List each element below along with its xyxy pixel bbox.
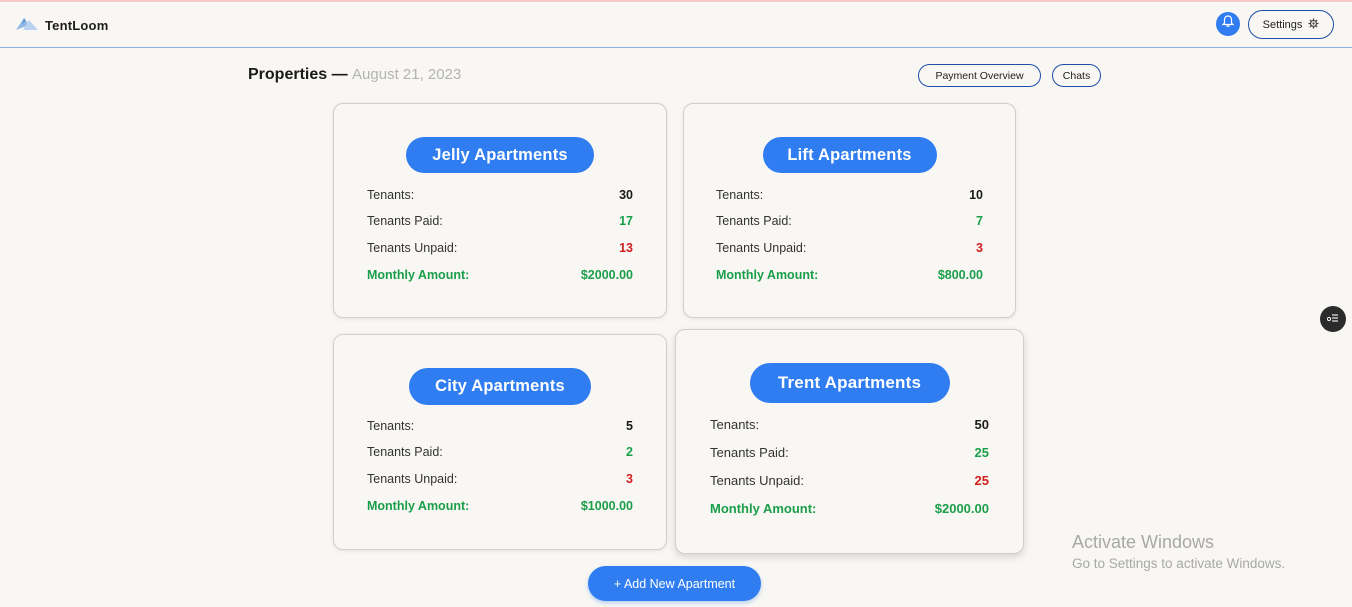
monthly-amount-row: Monthly Amount: $2000.00 <box>710 501 989 516</box>
logo-tent-icon <box>16 16 38 35</box>
monthly-amount-value: $800.00 <box>937 268 983 282</box>
tenants-row: Tenants: 5 <box>367 419 633 433</box>
floating-widget-button[interactable] <box>1320 306 1346 332</box>
tenants-value: 50 <box>974 417 989 432</box>
tenants-unpaid-value: 3 <box>626 472 633 486</box>
tenants-label: Tenants: <box>367 419 415 433</box>
tenants-paid-row: Tenants Paid: 7 <box>716 214 983 228</box>
tenants-unpaid-label: Tenants Unpaid: <box>716 241 807 255</box>
monthly-amount-label: Monthly Amount: <box>367 268 470 282</box>
page-title: Properties <box>248 66 328 83</box>
brand-name: TentLoom <box>45 18 109 33</box>
monthly-amount-row: Monthly Amount: $800.00 <box>716 268 983 282</box>
tenants-unpaid-row: Tenants Unpaid: 3 <box>716 241 983 255</box>
tenants-value: 30 <box>619 188 633 202</box>
tenants-row: Tenants: 10 <box>716 188 983 202</box>
payment-overview-button[interactable]: Payment Overview <box>918 64 1041 87</box>
monthly-amount-label: Monthly Amount: <box>367 499 470 513</box>
chats-button[interactable]: Chats <box>1052 64 1101 87</box>
tenants-label: Tenants: <box>710 417 760 432</box>
tenants-label: Tenants: <box>367 188 415 202</box>
property-card[interactable]: Trent Apartments Tenants: 50 Tenants Pai… <box>675 329 1024 554</box>
tenants-unpaid-row: Tenants Unpaid: 25 <box>710 473 989 488</box>
monthly-amount-label: Monthly Amount: <box>716 268 819 282</box>
tenants-unpaid-row: Tenants Unpaid: 13 <box>367 241 633 255</box>
notifications-button[interactable] <box>1216 12 1240 36</box>
add-new-apartment-button[interactable]: + Add New Apartment <box>588 566 761 601</box>
property-name[interactable]: City Apartments <box>409 368 591 405</box>
gear-icon <box>1308 17 1319 32</box>
tenants-paid-label: Tenants Paid: <box>367 445 443 459</box>
widget-icon <box>1326 310 1339 328</box>
tenants-paid-label: Tenants Paid: <box>716 214 792 228</box>
watermark-title: Activate Windows <box>1072 532 1215 552</box>
property-name[interactable]: Jelly Apartments <box>406 137 594 173</box>
tenants-unpaid-label: Tenants Unpaid: <box>367 472 458 486</box>
tenants-paid-row: Tenants Paid: 2 <box>367 445 633 459</box>
brand[interactable]: TentLoom <box>16 16 108 35</box>
tenants-unpaid-label: Tenants Unpaid: <box>710 473 804 488</box>
monthly-amount-row: Monthly Amount: $1000.00 <box>367 499 633 513</box>
property-card[interactable]: City Apartments Tenants: 5 Tenants Paid:… <box>333 334 667 550</box>
tenants-unpaid-value: 3 <box>976 241 983 255</box>
watermark-subtitle: Go to Settings to activate Windows. <box>1072 556 1286 571</box>
page-date: August 21, 2023 <box>352 66 462 83</box>
tenants-unpaid-row: Tenants Unpaid: 3 <box>367 472 633 486</box>
tenants-paid-row: Tenants Paid: 17 <box>367 214 633 228</box>
tenants-label: Tenants: <box>716 188 764 202</box>
tenants-row: Tenants: 30 <box>367 188 633 202</box>
tenants-value: 5 <box>626 419 633 433</box>
tenants-value: 10 <box>969 188 983 202</box>
tenants-unpaid-value: 25 <box>974 473 989 488</box>
tenants-unpaid-value: 13 <box>619 241 633 255</box>
monthly-amount-row: Monthly Amount: $2000.00 <box>367 268 633 282</box>
title-separator: — <box>331 66 348 83</box>
settings-label: Settings <box>1262 18 1303 31</box>
monthly-amount-label: Monthly Amount: <box>710 501 817 516</box>
tenants-row: Tenants: 50 <box>710 417 989 432</box>
monthly-amount-value: $2000.00 <box>580 268 633 282</box>
navbar: TentLoom Settings <box>0 2 1352 48</box>
property-card[interactable]: Lift Apartments Tenants: 10 Tenants Paid… <box>683 103 1016 318</box>
tenants-unpaid-label: Tenants Unpaid: <box>367 241 458 255</box>
activate-windows-watermark: Activate Windows Go to Settings to activ… <box>1072 532 1285 571</box>
monthly-amount-value: $1000.00 <box>580 499 633 513</box>
property-card[interactable]: Jelly Apartments Tenants: 30 Tenants Pai… <box>333 103 667 318</box>
property-name[interactable]: Trent Apartments <box>749 363 950 403</box>
tenants-paid-value: 17 <box>619 214 633 228</box>
tenants-paid-row: Tenants Paid: 25 <box>710 445 989 460</box>
tenants-paid-value: 7 <box>976 214 983 228</box>
tenants-paid-value: 25 <box>974 445 989 460</box>
settings-button[interactable]: Settings <box>1248 10 1334 39</box>
page-header: Properties — August 21, 2023 <box>248 66 461 84</box>
tenants-paid-label: Tenants Paid: <box>367 214 443 228</box>
tenants-paid-label: Tenants Paid: <box>710 445 789 460</box>
property-name[interactable]: Lift Apartments <box>762 137 937 173</box>
tenants-paid-value: 2 <box>626 445 633 459</box>
bell-icon <box>1221 15 1235 33</box>
monthly-amount-value: $2000.00 <box>934 501 989 516</box>
